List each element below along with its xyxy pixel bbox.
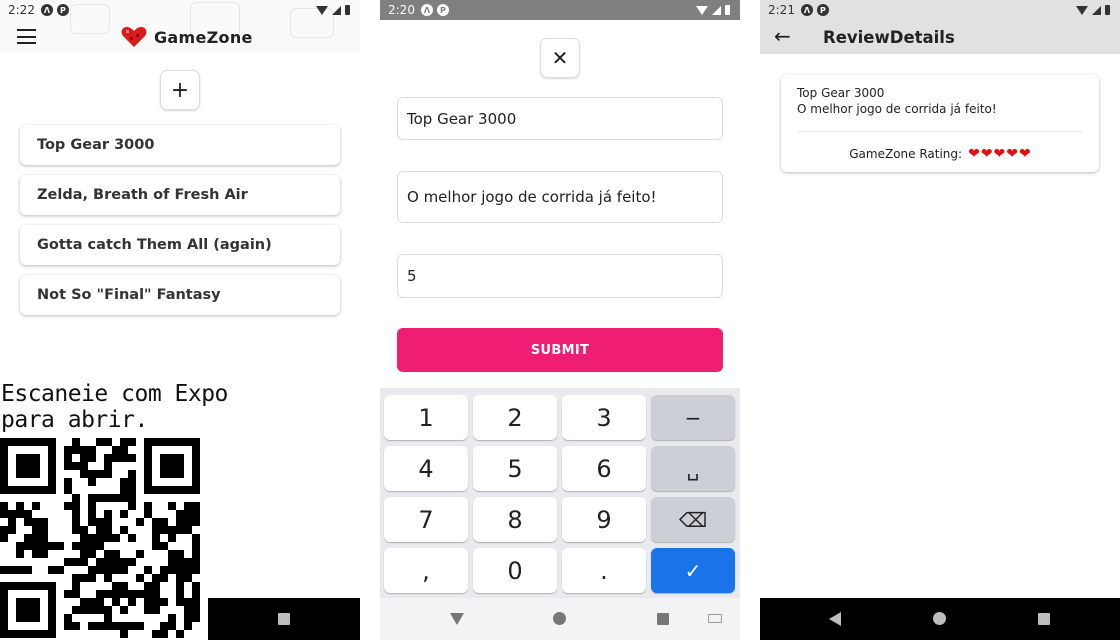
key-9[interactable]: 9 — [562, 497, 646, 542]
submit-button[interactable]: SUBMIT — [397, 328, 723, 372]
recents-icon[interactable] — [278, 613, 290, 625]
add-review-modal: 2:20 Λ P ✕ Top Gear 3000 O melhor jogo d… — [380, 0, 740, 640]
qr-caption-line: Escaneie com Expo — [1, 381, 228, 407]
key-2[interactable]: 2 — [473, 395, 557, 440]
backspace-key[interactable]: ⌫ — [651, 497, 735, 542]
status-bar: 2:20 Λ P — [380, 0, 740, 20]
minus-key[interactable]: − — [651, 395, 735, 440]
recents-icon[interactable] — [657, 613, 669, 625]
home-screen: 2:22 Λ P GameZone + Top Gear 3000 Zelda,… — [0, 0, 360, 640]
review-title: Top Gear 3000 — [797, 86, 885, 100]
numeric-keyboard: 1 2 3− 4 5 6 ␣ 7 8 9 ⌫, 0. ✓ — [380, 388, 740, 598]
rating-hearts: ❤ ❤ ❤ ❤ ❤ — [968, 147, 1031, 161]
heart-icon: ❤ — [1019, 146, 1031, 162]
heart-icon: ❤ — [993, 146, 1006, 162]
signal-icon — [712, 5, 721, 15]
status-time: 2:20 — [388, 3, 415, 17]
navigation-bar — [760, 598, 1120, 640]
heart-icon: ❤ — [980, 146, 993, 162]
rating-row: GameZone Rating: ❤ ❤ ❤ ❤ ❤ — [781, 147, 1099, 161]
app-title: GameZone — [154, 28, 253, 47]
battery-icon — [725, 5, 730, 15]
keyboard-switch-icon[interactable] — [708, 614, 722, 623]
heart-icon: ❤ — [968, 146, 980, 162]
review-body: O melhor jogo de corrida já feito! — [797, 102, 997, 116]
heart-icon: ❤ — [1006, 146, 1019, 162]
wifi-icon — [1076, 5, 1088, 15]
navigation-bar — [208, 598, 360, 640]
key-4[interactable]: 4 — [384, 446, 468, 491]
expo-notification-icon: Λ — [40, 4, 53, 16]
wifi-icon — [696, 5, 708, 15]
key-1[interactable]: 1 — [384, 395, 468, 440]
recents-icon[interactable] — [1038, 613, 1050, 625]
review-list-item[interactable]: Zelda, Breath of Fresh Air — [20, 175, 340, 215]
status-time: 2:21 — [768, 3, 795, 17]
space-key[interactable]: ␣ — [651, 446, 735, 491]
review-body-input[interactable]: O melhor jogo de corrida já feito! — [397, 171, 723, 223]
menu-icon[interactable] — [17, 29, 36, 44]
back-nav-icon[interactable] — [450, 613, 464, 625]
signal-icon — [332, 5, 341, 15]
expo-notification-icon: Λ — [800, 4, 813, 16]
app-notification-icon: P — [816, 4, 829, 16]
rating-label: GameZone Rating: — [849, 147, 963, 161]
review-rating-input[interactable]: 5 — [397, 254, 723, 298]
review-details-screen: 2:21 Λ P ← ReviewDetails Top Gear 3000 O… — [760, 0, 1120, 640]
divider — [797, 131, 1083, 132]
review-list-item[interactable]: Not So "Final" Fantasy — [20, 275, 340, 315]
key-0[interactable]: 0 — [473, 548, 557, 593]
close-modal-button[interactable]: ✕ — [540, 38, 580, 78]
key-5[interactable]: 5 — [473, 446, 557, 491]
close-icon: ✕ — [551, 46, 569, 70]
page-title: ReviewDetails — [823, 28, 955, 47]
key-,[interactable]: , — [384, 548, 468, 593]
review-list-item[interactable]: Gotta catch Them All (again) — [20, 225, 340, 265]
status-bar: 2:21 Λ P — [760, 0, 1120, 20]
battery-icon — [1105, 5, 1110, 15]
review-detail-card: Top Gear 3000 O melhor jogo de corrida j… — [781, 75, 1099, 172]
key-3[interactable]: 3 — [562, 395, 646, 440]
key-.[interactable]: . — [562, 548, 646, 593]
key-8[interactable]: 8 — [473, 497, 557, 542]
qr-caption-line: para abrir. — [1, 407, 148, 433]
home-nav-icon[interactable] — [553, 612, 566, 625]
battery-icon — [345, 5, 350, 15]
qr-code-image — [0, 438, 200, 640]
home-nav-icon[interactable] — [933, 612, 946, 625]
status-bar: 2:22 Λ P — [0, 0, 360, 20]
expo-notification-icon: Λ — [420, 4, 433, 16]
add-review-button[interactable]: + — [160, 70, 200, 110]
review-list-item[interactable]: Top Gear 3000 — [20, 125, 340, 165]
app-notification-icon: P — [436, 4, 449, 16]
navigation-bar — [380, 598, 740, 640]
wifi-icon — [316, 5, 328, 15]
back-arrow-icon[interactable]: ← — [774, 26, 791, 46]
enter-key[interactable]: ✓ — [651, 548, 735, 593]
status-time: 2:22 — [8, 3, 35, 17]
key-6[interactable]: 6 — [562, 446, 646, 491]
signal-icon — [1092, 5, 1101, 15]
review-title-input[interactable]: Top Gear 3000 — [397, 97, 723, 140]
qr-caption: Escaneie com Expo para abrir. — [1, 381, 228, 433]
key-7[interactable]: 7 — [384, 497, 468, 542]
heart-logo-icon — [121, 27, 147, 47]
back-nav-icon[interactable] — [829, 612, 841, 626]
app-notification-icon: P — [56, 4, 69, 16]
